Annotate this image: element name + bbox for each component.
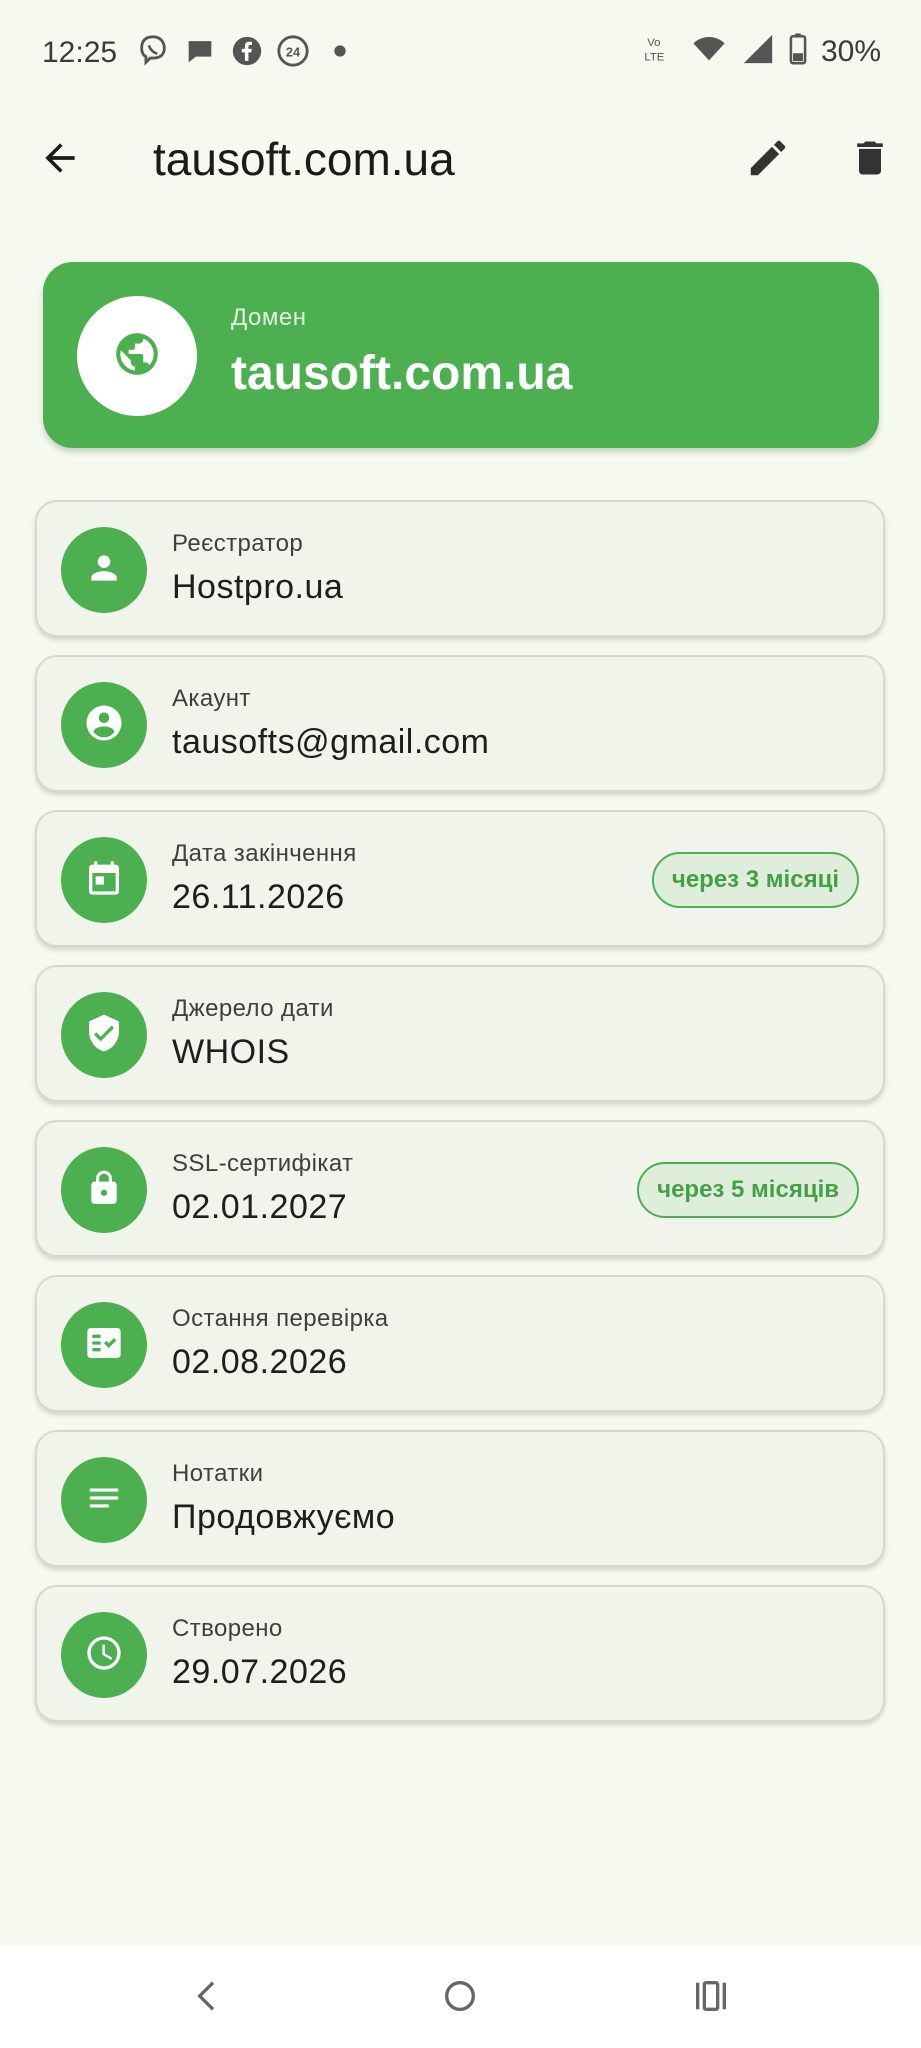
- info-icon-container: [61, 1147, 147, 1233]
- info-card-notes: Нотатки Продовжуємо: [35, 1430, 885, 1567]
- info-icon-container: [61, 682, 147, 768]
- fact-check-icon: [84, 1323, 124, 1368]
- info-card-last-check: Остання перевірка 02.08.2026: [35, 1275, 885, 1412]
- delete-button[interactable]: [840, 130, 900, 190]
- home-circle-icon: [440, 1976, 480, 2021]
- nav-home-button[interactable]: [430, 1968, 490, 2028]
- svg-text:24: 24: [286, 45, 301, 60]
- nav-recents-button[interactable]: [681, 1968, 741, 2028]
- recents-icon: [691, 1976, 731, 2021]
- svg-text:LTE: LTE: [644, 51, 664, 63]
- info-label: Джерело дати: [172, 995, 334, 1022]
- info-icon-container: [61, 837, 147, 923]
- clock-icon: [84, 1633, 124, 1678]
- app-bar: tausoft.com.ua: [0, 110, 921, 210]
- facebook-icon: [230, 34, 264, 68]
- info-icon-container: [61, 1457, 147, 1543]
- info-value: tausofts@gmail.com: [172, 723, 490, 761]
- person-icon: [85, 549, 123, 592]
- info-card-date-source: Джерело дати WHOIS: [35, 965, 885, 1102]
- status-right: Vo LTE 30%: [643, 32, 881, 71]
- info-icon-container: [61, 527, 147, 613]
- info-label: SSL-сертифікат: [172, 1150, 354, 1177]
- wifi-icon: [691, 32, 727, 71]
- battery-icon: [789, 32, 807, 71]
- calendar-icon: [84, 858, 124, 903]
- info-label: Реєстратор: [172, 530, 304, 557]
- info-value: 29.07.2026: [172, 1653, 348, 1691]
- battery-percent: 30%: [820, 34, 881, 68]
- header-domain: tausoft.com.ua: [231, 347, 573, 400]
- info-card-expiry: Дата закінчення 26.11.2026 через 3 місяц…: [35, 810, 885, 947]
- domain-header-card: Домен tausoft.com.ua: [43, 262, 879, 448]
- status-bar: 12:25 24 Vo LTE 30%: [0, 0, 921, 106]
- expiry-badge: через 3 місяці: [651, 852, 859, 908]
- info-icon-container: [61, 1612, 147, 1698]
- nav-back-button[interactable]: [178, 1968, 238, 2028]
- info-card-ssl: SSL-сертифікат 02.01.2027 через 5 місяці…: [35, 1120, 885, 1257]
- globe-icon: [112, 329, 162, 384]
- info-label: Дата закінчення: [172, 840, 357, 867]
- lock-icon: [85, 1169, 123, 1212]
- ssl-badge: через 5 місяців: [637, 1162, 859, 1218]
- info-label: Створено: [172, 1615, 283, 1642]
- edit-icon: [745, 135, 791, 186]
- message-icon: [183, 34, 217, 68]
- account-circle-icon: [83, 702, 125, 749]
- delete-icon: [848, 136, 892, 185]
- svg-text:Vo: Vo: [647, 37, 660, 49]
- header-label: Домен: [231, 304, 307, 331]
- signal-icon: [741, 32, 775, 71]
- info-list: Реєстратор Hostpro.ua Акаунт tausofts@gm…: [35, 500, 887, 1740]
- info-card-account: Акаунт tausofts@gmail.com: [35, 655, 885, 792]
- volte-icon: Vo LTE: [643, 32, 677, 71]
- system-nav-bar: [0, 1946, 921, 2048]
- 24-icon: 24: [276, 34, 310, 68]
- info-label: Остання перевірка: [172, 1305, 389, 1332]
- info-value: WHOIS: [172, 1033, 290, 1071]
- edit-button[interactable]: [738, 130, 798, 190]
- chevron-left-icon: [188, 1976, 228, 2021]
- info-value: 26.11.2026: [172, 878, 345, 916]
- info-value: 02.01.2027: [172, 1188, 348, 1226]
- page-title: tausoft.com.ua: [153, 133, 455, 185]
- notes-icon: [85, 1479, 123, 1522]
- info-value: 02.08.2026: [172, 1343, 348, 1381]
- info-value: Продовжуємо: [172, 1498, 396, 1536]
- back-button[interactable]: [30, 130, 90, 190]
- info-label: Нотатки: [172, 1460, 264, 1487]
- info-card-registrar: Реєстратор Hostpro.ua: [35, 500, 885, 637]
- info-icon-container: [61, 992, 147, 1078]
- header-avatar: [77, 296, 197, 416]
- status-time: 12:25: [42, 36, 118, 69]
- verified-shield-icon: [84, 1013, 124, 1058]
- info-value: Hostpro.ua: [172, 568, 344, 606]
- info-card-created: Створено 29.07.2026: [35, 1585, 885, 1722]
- arrow-back-icon: [38, 136, 82, 185]
- viber-icon: [136, 34, 170, 68]
- dot-icon: [330, 34, 364, 68]
- info-icon-container: [61, 1302, 147, 1388]
- info-label: Акаунт: [172, 685, 251, 712]
